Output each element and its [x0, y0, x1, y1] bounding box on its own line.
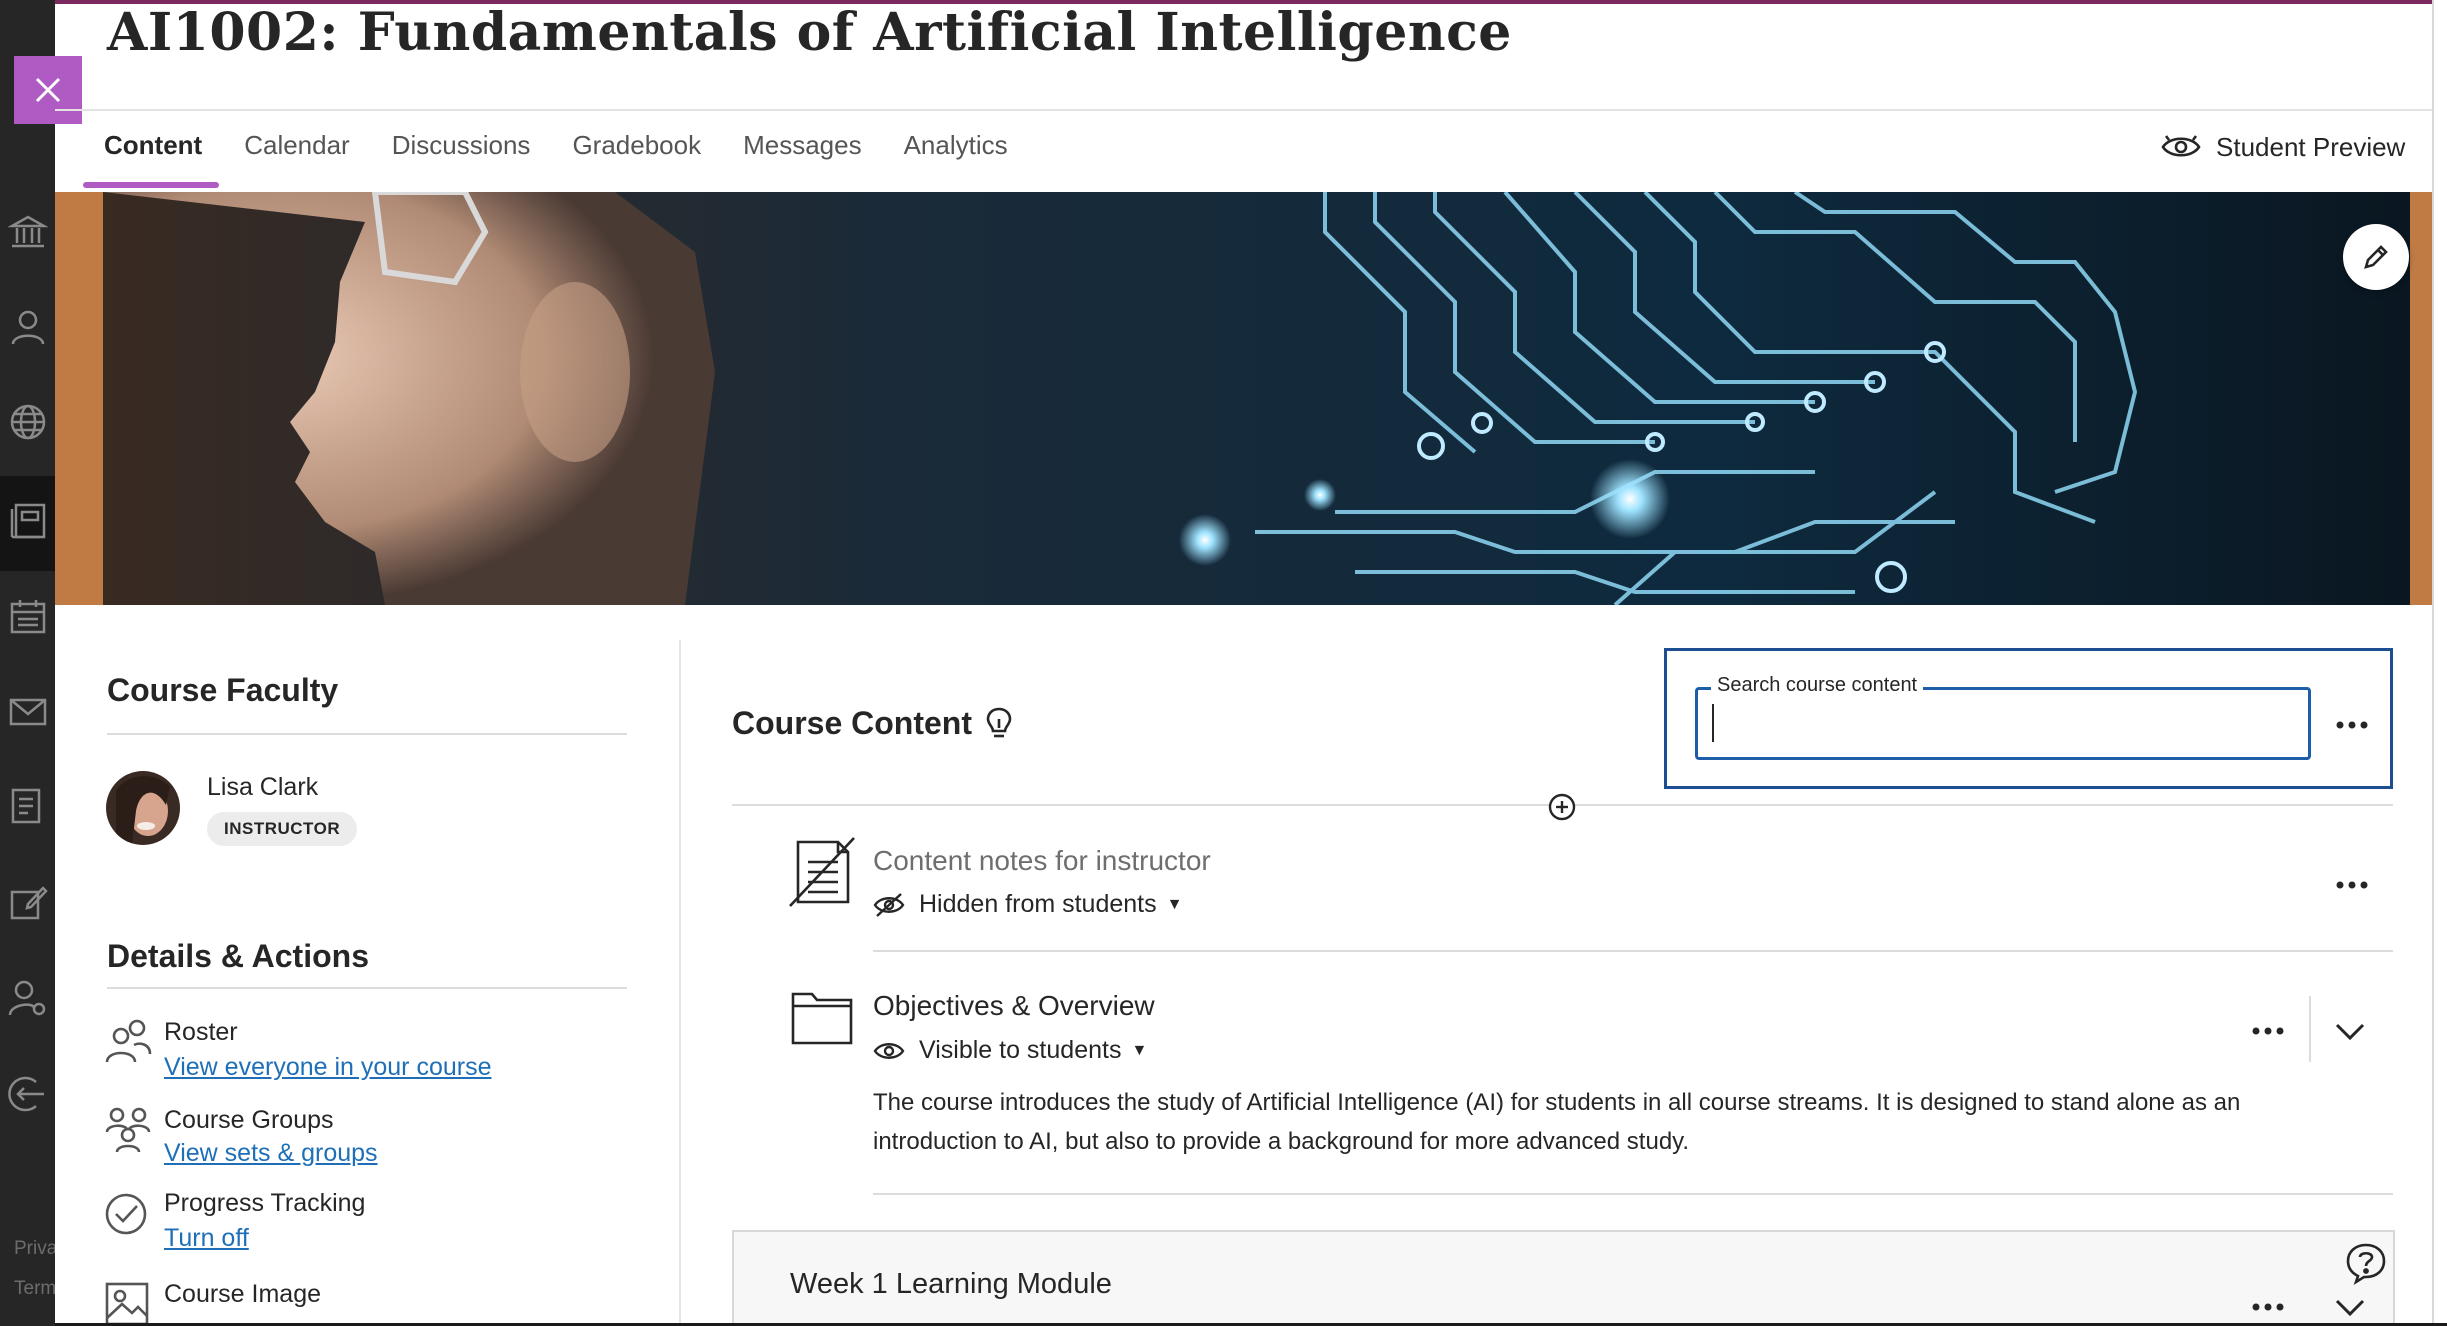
close-course-button[interactable] — [14, 56, 82, 124]
objectives-overview-title[interactable]: Objectives & Overview — [873, 990, 1155, 1022]
roster-icon — [104, 1018, 152, 1066]
sign-out-icon[interactable] — [8, 1074, 48, 1114]
chevron-down-icon — [2335, 1023, 2365, 1041]
course-tabs: Content Calendar Discussions Gradebook M… — [104, 130, 1050, 161]
help-button[interactable] — [2344, 1241, 2388, 1285]
expand-objectives-button[interactable] — [2329, 1016, 2371, 1046]
visibility-label: Visible to students — [919, 1036, 1122, 1064]
faculty-divider — [107, 733, 627, 735]
caret-down-icon: ▼ — [1166, 895, 1183, 913]
preview-eye-icon — [2161, 135, 2201, 157]
item-action-separator — [2309, 996, 2311, 1062]
folder-icon — [790, 988, 854, 1046]
institution-icon[interactable] — [8, 212, 48, 252]
more-options-icon — [2252, 1027, 2284, 1035]
view-groups-link[interactable]: View sets & groups — [164, 1139, 378, 1168]
roster-label: Roster — [164, 1018, 238, 1046]
pencil-icon — [2364, 245, 2388, 269]
details-actions-heading: Details & Actions — [107, 938, 369, 974]
groups-icon — [104, 1106, 152, 1154]
add-content-button[interactable] — [1547, 792, 1577, 822]
tab-discussions[interactable]: Discussions — [392, 130, 531, 161]
tab-messages[interactable]: Messages — [743, 130, 862, 161]
student-preview-label: Student Preview — [2216, 131, 2406, 162]
avatar-photo — [106, 771, 180, 845]
course-content-heading: Course Content — [732, 705, 972, 741]
details-divider — [107, 987, 627, 989]
progress-tracking-label: Progress Tracking — [164, 1189, 366, 1217]
objectives-description: The course introduces the study of Artif… — [873, 1089, 2241, 1155]
content-notes-title[interactable]: Content notes for instructor — [873, 845, 1211, 877]
role-badge: INSTRUCTOR — [207, 812, 358, 846]
visibility-label: Hidden from students — [919, 890, 1157, 918]
caret-down-icon: ▼ — [1131, 1041, 1148, 1059]
tabs-divider — [55, 109, 2432, 111]
course-image-label: Course Image — [164, 1280, 322, 1308]
eye-slash-icon — [873, 892, 905, 917]
tab-analytics[interactable]: Analytics — [904, 130, 1008, 161]
course-content-more-button[interactable] — [2330, 710, 2374, 740]
document-icon — [786, 836, 858, 908]
more-options-icon — [2336, 721, 2368, 729]
avatar[interactable] — [106, 771, 180, 845]
profile-icon[interactable] — [8, 307, 48, 347]
active-tab-indicator — [83, 182, 219, 188]
module-title[interactable]: Week 1 Learning Module — [790, 1268, 1112, 1301]
turn-off-tracking-link[interactable]: Turn off — [164, 1224, 249, 1253]
help-icon — [2346, 1243, 2386, 1285]
global-navigation-rail: Priva Term — [0, 0, 57, 1326]
courses-icon[interactable] — [8, 500, 48, 540]
search-legend: Search course content — [1711, 674, 1924, 697]
lightbulb-icon[interactable] — [982, 706, 1016, 740]
edit-banner-button[interactable] — [2343, 224, 2409, 290]
item-divider — [873, 950, 2393, 952]
close-icon — [35, 77, 61, 103]
tab-calendar[interactable]: Calendar — [244, 130, 350, 161]
module-more-button[interactable] — [2246, 1292, 2290, 1322]
tools-icon[interactable] — [8, 882, 48, 922]
course-title: AI1002: Fundamentals of Artificial Intel… — [107, 2, 1512, 63]
image-icon — [104, 1280, 152, 1326]
course-faculty-heading: Course Faculty — [107, 672, 339, 708]
visible-to-students-dropdown[interactable]: Visible to students ▼ — [873, 1036, 1147, 1065]
terms-link[interactable]: Term — [14, 1278, 56, 1300]
messages-icon[interactable] — [8, 691, 48, 731]
more-options-icon — [2336, 881, 2368, 889]
course-groups-label: Course Groups — [164, 1106, 334, 1134]
globe-icon[interactable] — [8, 402, 48, 442]
course-banner-image — [55, 192, 2432, 605]
item-divider — [873, 1193, 2393, 1195]
more-options-icon — [2252, 1303, 2284, 1311]
objectives-more-button[interactable] — [2246, 1016, 2290, 1046]
column-divider — [679, 640, 681, 1326]
search-field[interactable] — [1695, 687, 2311, 760]
admin-icon[interactable] — [8, 978, 48, 1018]
banner-illustration — [55, 192, 2432, 605]
hidden-from-students-dropdown[interactable]: Hidden from students ▼ — [873, 890, 1182, 919]
view-roster-link[interactable]: View everyone in your course — [164, 1053, 492, 1082]
content-notes-more-button[interactable] — [2330, 870, 2374, 900]
search-input[interactable] — [1712, 704, 2292, 742]
panel-edge — [2432, 0, 2447, 1326]
grades-icon[interactable] — [8, 786, 48, 826]
calendar-icon[interactable] — [8, 596, 48, 636]
tab-gradebook[interactable]: Gradebook — [572, 130, 701, 161]
eye-icon — [873, 1042, 905, 1059]
tab-content[interactable]: Content — [104, 130, 202, 161]
expand-module-button[interactable] — [2329, 1292, 2371, 1322]
privacy-link[interactable]: Priva — [14, 1238, 57, 1260]
plus-circle-icon — [1548, 793, 1576, 821]
student-preview-button[interactable]: Student Preview — [2160, 130, 2405, 164]
progress-check-icon — [104, 1190, 152, 1238]
chevron-down-icon — [2335, 1299, 2365, 1317]
faculty-name[interactable]: Lisa Clark — [207, 773, 318, 802]
